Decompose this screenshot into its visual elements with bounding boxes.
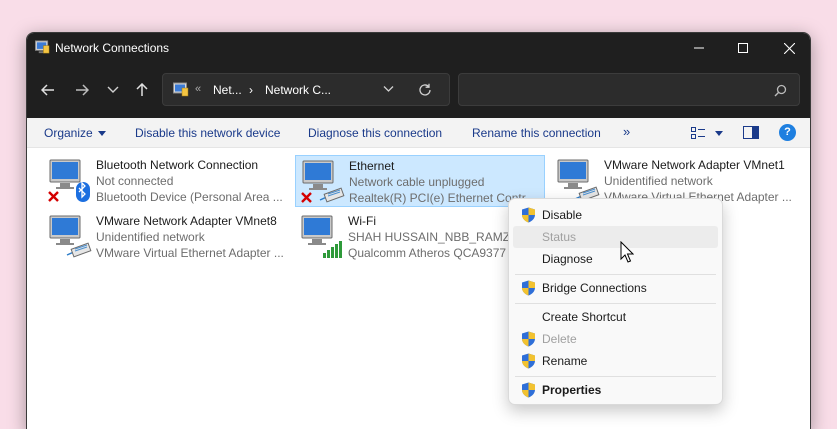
preview-pane-icon[interactable] bbox=[743, 126, 759, 139]
connection-device: Bluetooth Device (Personal Area ... bbox=[96, 190, 283, 204]
forward-button[interactable] bbox=[72, 80, 92, 100]
uac-shield-icon bbox=[522, 331, 535, 347]
menu-item-delete[interactable]: Delete bbox=[513, 328, 718, 350]
breadcrumb-separator[interactable]: › bbox=[249, 83, 253, 97]
title-bar: Network Connections bbox=[27, 33, 810, 63]
arrow-left-icon bbox=[41, 84, 54, 96]
menu-item-label: Create Shortcut bbox=[542, 310, 627, 324]
context-menu: Disable Status Diagnose Bridge Connectio… bbox=[508, 198, 723, 405]
connection-status: Unidentified network bbox=[604, 174, 713, 188]
minimize-icon bbox=[694, 47, 704, 49]
close-icon bbox=[783, 42, 795, 54]
caret-down-icon bbox=[97, 131, 106, 137]
mouse-cursor-icon bbox=[620, 241, 634, 263]
change-view-icon[interactable] bbox=[691, 127, 705, 139]
search-icon bbox=[774, 84, 787, 97]
menu-item-diagnose[interactable]: Diagnose bbox=[513, 248, 718, 270]
menu-item-label: Rename bbox=[542, 354, 588, 368]
view-options-caret-icon[interactable] bbox=[715, 131, 723, 136]
window-title: Network Connections bbox=[55, 41, 170, 55]
connection-item-vmnet8[interactable]: VMware Network Adapter VMnet8 Unidentifi… bbox=[43, 211, 293, 263]
rename-connection-button[interactable]: Rename this connection bbox=[472, 126, 601, 140]
bluetooth-network-icon bbox=[48, 159, 90, 202]
arrow-right-icon bbox=[76, 84, 89, 96]
connection-status: SHAH HUSSAIN_NBB_RAMZAN bbox=[348, 230, 527, 244]
menu-item-label: Status bbox=[542, 230, 577, 244]
maximize-button[interactable] bbox=[720, 33, 766, 63]
uac-shield-icon bbox=[522, 207, 535, 223]
connection-name: Ethernet bbox=[349, 159, 395, 173]
back-button[interactable] bbox=[38, 80, 58, 100]
menu-item-label: Bridge Connections bbox=[542, 281, 647, 295]
help-icon[interactable]: ? bbox=[779, 124, 796, 141]
connection-status: Not connected bbox=[96, 174, 174, 188]
menu-item-label: Diagnose bbox=[542, 252, 593, 266]
menu-item-create-shortcut[interactable]: Create Shortcut bbox=[513, 306, 718, 328]
uac-shield-icon bbox=[522, 280, 535, 296]
breadcrumb-network-connections[interactable]: Network C... bbox=[265, 83, 331, 97]
menu-item-label: Disable bbox=[542, 208, 583, 222]
command-bar: Organize Disable this network device Dia… bbox=[27, 118, 810, 148]
arrow-up-icon bbox=[136, 83, 148, 96]
connection-name: Bluetooth Network Connection bbox=[96, 158, 259, 172]
wifi-network-icon bbox=[301, 215, 342, 258]
search-input[interactable] bbox=[458, 73, 800, 106]
organize-label: Organize bbox=[44, 126, 93, 140]
menu-separator bbox=[515, 303, 716, 304]
address-bar-area: « Net... › Network C... bbox=[27, 63, 810, 118]
network-connections-app-icon bbox=[35, 40, 50, 54]
refresh-icon[interactable] bbox=[418, 83, 432, 97]
connection-status: Network cable unplugged bbox=[349, 175, 485, 189]
minimize-button[interactable] bbox=[676, 33, 722, 63]
connection-status: Unidentified network bbox=[96, 230, 205, 244]
connection-item-bluetooth[interactable]: Bluetooth Network Connection Not connect… bbox=[43, 155, 293, 207]
ethernet-network-icon bbox=[301, 160, 345, 203]
uac-shield-icon bbox=[522, 353, 535, 369]
vmware-network-icon bbox=[557, 159, 600, 202]
connection-name: VMware Network Adapter VMnet1 bbox=[604, 158, 785, 172]
breadcrumb-network[interactable]: Net... bbox=[213, 83, 242, 97]
connection-name: Wi-Fi bbox=[348, 214, 376, 228]
more-commands-button[interactable]: » bbox=[623, 124, 630, 139]
connection-device: VMware Virtual Ethernet Adapter ... bbox=[96, 246, 284, 260]
vmware-network-icon bbox=[49, 215, 92, 258]
menu-item-label: Properties bbox=[542, 383, 602, 397]
close-button[interactable] bbox=[766, 33, 810, 63]
menu-item-status[interactable]: Status bbox=[513, 226, 718, 248]
connection-item-ethernet[interactable]: Ethernet Network cable unplugged Realtek… bbox=[295, 155, 545, 207]
diagnose-connection-button[interactable]: Diagnose this connection bbox=[308, 126, 442, 140]
menu-item-bridge-connections[interactable]: Bridge Connections bbox=[513, 277, 718, 299]
chevron-down-icon bbox=[107, 86, 119, 93]
connection-name: VMware Network Adapter VMnet8 bbox=[96, 214, 277, 228]
menu-item-rename[interactable]: Rename bbox=[513, 350, 718, 372]
organize-menu-button[interactable]: Organize bbox=[44, 126, 106, 140]
recent-locations-button[interactable] bbox=[103, 80, 123, 100]
maximize-icon bbox=[738, 43, 748, 53]
menu-item-properties[interactable]: Properties bbox=[513, 379, 718, 401]
breadcrumb-overflow[interactable]: « bbox=[195, 83, 201, 95]
network-folder-icon bbox=[173, 82, 189, 97]
uac-shield-icon bbox=[522, 382, 535, 398]
menu-item-label: Delete bbox=[542, 332, 577, 346]
menu-separator bbox=[515, 274, 716, 275]
disable-device-button[interactable]: Disable this network device bbox=[135, 126, 280, 140]
chevron-down-icon[interactable] bbox=[383, 85, 394, 93]
address-box[interactable]: « Net... › Network C... bbox=[162, 73, 450, 106]
menu-separator bbox=[515, 376, 716, 377]
menu-item-disable[interactable]: Disable bbox=[513, 204, 718, 226]
up-button[interactable] bbox=[132, 80, 152, 100]
